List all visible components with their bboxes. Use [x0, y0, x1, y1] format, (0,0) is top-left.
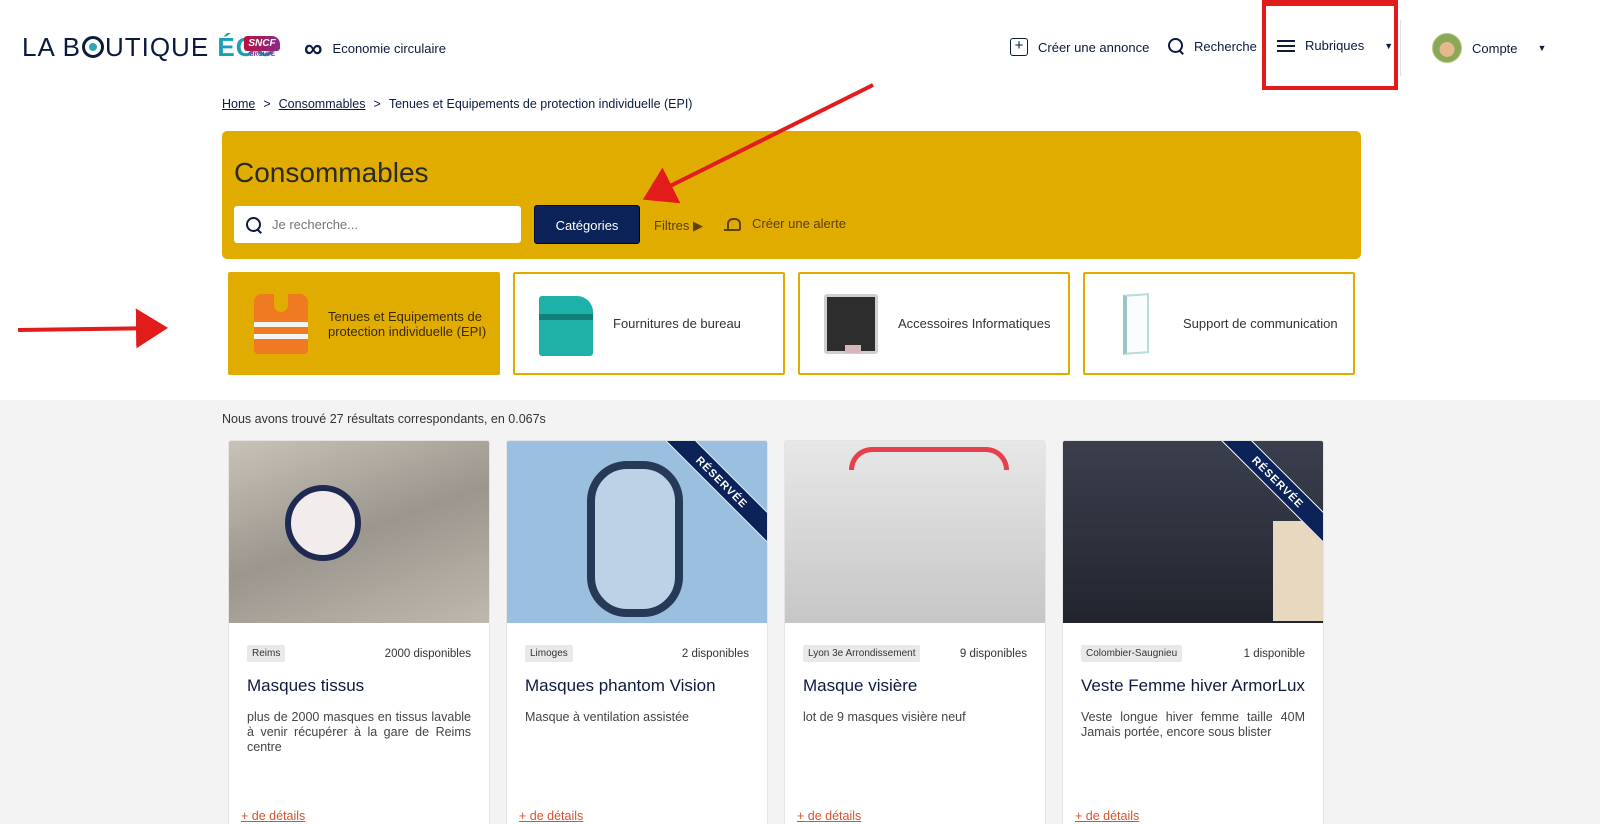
site-logo[interactable]: LA BUTIQUE ÉCO — [22, 32, 277, 63]
listing-description: lot de 9 masques visière neuf — [803, 710, 966, 724]
breadcrumb-separator: > — [373, 97, 381, 111]
category-banner: Consommables Catégories Filtres ▶ Créer … — [222, 131, 1361, 259]
compte-menu[interactable]: Compte ▼ — [1432, 33, 1546, 63]
listing-description: Masque à ventilation assistée — [525, 710, 689, 724]
listing-card[interactable]: RÉSERVÉE Limoges 2 disponibles Masques p… — [506, 440, 768, 824]
listing-description: Veste longue hiver femme taille 40M Jama… — [1081, 710, 1305, 739]
breadcrumb-current: Tenues et Equipements de protection indi… — [388, 97, 693, 111]
listing-title[interactable]: Masques tissus — [247, 676, 471, 696]
listing-image[interactable] — [785, 441, 1045, 623]
details-link[interactable]: + de détails — [1075, 809, 1139, 823]
caret-down-icon: ▼ — [1537, 43, 1547, 53]
tile-support-communication[interactable]: Support de communication — [1083, 272, 1355, 375]
annotation-arrow-epi-tile — [17, 308, 168, 349]
listing-title[interactable]: Masque visière — [803, 676, 1027, 696]
location-tag: Colombier-Saugnieu — [1081, 645, 1183, 662]
availability: 1 disponible — [1243, 647, 1305, 660]
avatar — [1432, 33, 1462, 63]
reserved-ribbon: RÉSERVÉE — [1210, 441, 1323, 550]
results-count: Nous avons trouvé 27 résultats correspon… — [222, 412, 546, 426]
breadcrumb-separator: > — [263, 97, 271, 111]
listing-image[interactable] — [229, 441, 489, 623]
creer-annonce-link[interactable]: + Créer une annonce — [1010, 38, 1149, 56]
sncf-groupe-logo: SNCF GROUPE — [244, 36, 280, 60]
safety-vest-icon — [254, 293, 308, 354]
reserved-ribbon: RÉSERVÉE — [654, 441, 767, 550]
location-tag: Limoges — [525, 645, 573, 662]
page-title: Consommables — [234, 157, 429, 188]
stapler-icon — [539, 295, 593, 356]
plus-square-icon: + — [1010, 38, 1028, 56]
computer-monitor-icon — [824, 293, 878, 354]
tile-fournitures-bureau[interactable]: Fournitures de bureau — [513, 272, 785, 375]
listing-card[interactable]: Lyon 3e Arrondissement 9 disponibles Mas… — [784, 440, 1046, 824]
site-header: LA BUTIQUE ÉCO SNCF GROUPE ∞ Economie ci… — [0, 0, 1600, 90]
listing-image[interactable]: RÉSERVÉE — [507, 441, 767, 623]
location-tag: Reims — [247, 645, 286, 662]
listing-card[interactable]: Reims 2000 disponibles Masques tissus pl… — [228, 440, 490, 824]
tile-accessoires-informatiques[interactable]: Accessoires Informatiques — [798, 272, 1070, 375]
display-panel-icon — [1123, 292, 1149, 355]
search-icon — [246, 216, 262, 233]
annotation-highlight-box — [1262, 0, 1398, 90]
location-tag: Lyon 3e Arrondissement — [803, 645, 921, 662]
subcategory-tiles: Tenues et Equipements de protection indi… — [228, 272, 1355, 375]
listing-grid: Reims 2000 disponibles Masques tissus pl… — [228, 440, 1324, 824]
availability: 2 disponibles — [681, 647, 749, 660]
breadcrumb-home[interactable]: Home — [222, 97, 255, 111]
breadcrumb-consommables[interactable]: Consommables — [279, 97, 366, 111]
search-input[interactable] — [272, 217, 502, 232]
search-icon — [1168, 38, 1184, 54]
search-box[interactable] — [234, 206, 521, 243]
listing-title[interactable]: Veste Femme hiver ArmorLux — [1081, 676, 1305, 696]
filtres-toggle[interactable]: Filtres ▶ — [654, 218, 703, 234]
infinity-icon: ∞ — [304, 33, 323, 63]
economie-circulaire-link[interactable]: ∞ Economie circulaire — [304, 33, 446, 63]
categories-button[interactable]: Catégories — [534, 205, 640, 244]
header-divider — [1400, 20, 1401, 76]
listing-card[interactable]: RÉSERVÉE Colombier-Saugnieu 1 disponible… — [1062, 440, 1324, 824]
details-link[interactable]: + de détails — [519, 809, 583, 823]
recherche-link[interactable]: Recherche — [1168, 38, 1257, 54]
availability: 2000 disponibles — [384, 647, 471, 660]
listing-description: plus de 2000 masques en tissus lavable à… — [247, 710, 471, 754]
availability: 9 disponibles — [959, 647, 1027, 660]
details-link[interactable]: + de détails — [241, 809, 305, 823]
logo-ring-icon — [81, 36, 104, 58]
breadcrumb: Home > Consommables > Tenues et Equipeme… — [222, 97, 692, 111]
details-link[interactable]: + de détails — [797, 809, 861, 823]
listing-title[interactable]: Masques phantom Vision — [525, 676, 749, 696]
listing-image[interactable]: RÉSERVÉE — [1063, 441, 1323, 623]
tile-epi[interactable]: Tenues et Equipements de protection indi… — [228, 272, 500, 375]
creer-alerte-link[interactable]: Créer une alerte — [724, 214, 846, 232]
alert-siren-icon — [724, 214, 741, 232]
